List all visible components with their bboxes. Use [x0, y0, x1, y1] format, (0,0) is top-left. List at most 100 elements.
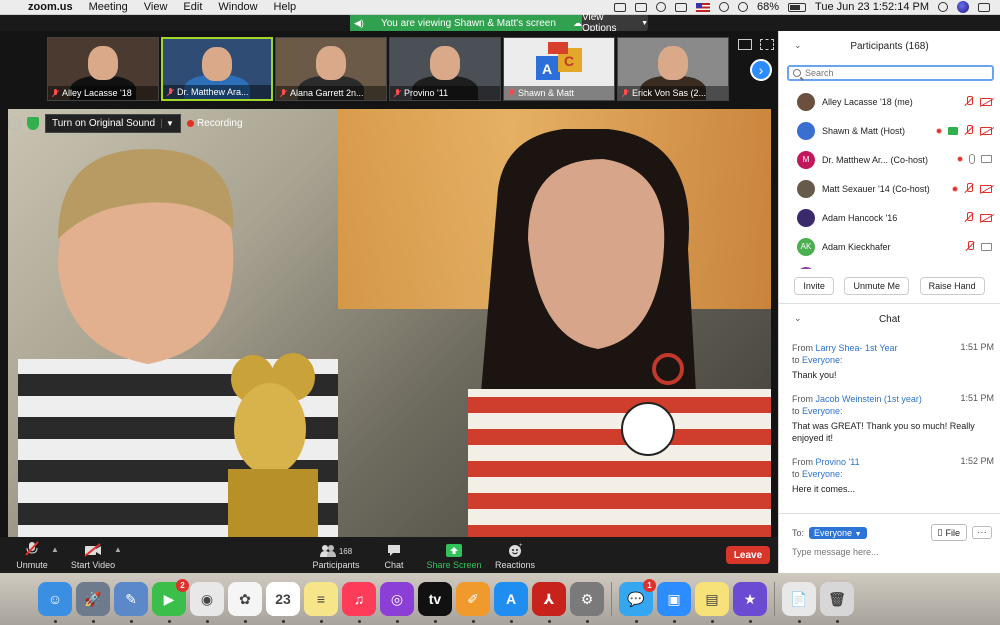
gallery-tile[interactable]: Provino '11	[389, 37, 501, 101]
more-options-button[interactable]: ···	[972, 526, 992, 539]
avatar	[797, 179, 815, 198]
screen-icon[interactable]	[635, 2, 648, 12]
menu-edit[interactable]: Edit	[175, 1, 210, 13]
girl-figure	[468, 129, 771, 537]
participant-search	[787, 65, 994, 81]
participants-header: ⌄ Participants (168)	[779, 31, 1000, 61]
running-indicator	[634, 620, 638, 623]
music-icon[interactable]: ♫	[342, 582, 376, 623]
participant-row[interactable]: Adam Hancock '16	[779, 203, 1000, 232]
participant-row[interactable]: AGAlana Garrett 2nd Year	[779, 261, 1000, 269]
chat-compose: To: Everyone ▼ ▯ File ···	[779, 513, 1000, 573]
running-indicator	[672, 620, 676, 623]
gallery-tile[interactable]: A C Shawn & Matt	[503, 37, 615, 101]
chat-sender[interactable]: Provino '11	[816, 457, 860, 467]
raise-hand-button[interactable]: Raise Hand	[919, 277, 985, 295]
system-preferences-icon[interactable]: ⚙	[570, 582, 604, 623]
chrome-icon[interactable]: ◉	[190, 582, 224, 623]
original-sound-button[interactable]: Turn on Original Sound ▼	[45, 114, 181, 133]
bluetooth-icon[interactable]	[719, 2, 730, 12]
info-icon[interactable]: i	[8, 117, 21, 130]
menu-help[interactable]: Help	[266, 1, 305, 13]
launchpad-icon[interactable]: 🚀	[76, 582, 110, 623]
share-screen-button[interactable]: Share Screen	[426, 537, 482, 573]
mic-off-icon	[167, 87, 174, 97]
calendar-icon[interactable]: 23	[266, 582, 300, 623]
security-shield-icon[interactable]	[27, 117, 39, 130]
gallery-tile[interactable]: Alley Lacasse '18	[47, 37, 159, 101]
recipient-select[interactable]: Everyone ▼	[809, 526, 867, 539]
battery-icon[interactable]	[788, 2, 807, 12]
chat-button[interactable]: Chat	[380, 537, 408, 573]
chevron-down-icon[interactable]: ▼	[161, 119, 174, 128]
menu-window[interactable]: Window	[210, 1, 265, 13]
running-indicator	[319, 620, 323, 623]
zoom-status-icon[interactable]	[614, 2, 627, 12]
spotlight-search-icon[interactable]	[938, 2, 948, 12]
gallery-tile[interactable]: Erick Von Sas (2...	[617, 37, 729, 101]
photos-icon[interactable]: ✿	[228, 582, 262, 623]
participant-row[interactable]: AK Adam Kieckhafer	[779, 232, 1000, 261]
document-icon[interactable]: 📄	[782, 582, 816, 623]
participant-row[interactable]: Matt Sexauer '14 (Co-host)	[779, 174, 1000, 203]
imovie-icon[interactable]: ★	[733, 582, 767, 623]
dropbox-icon[interactable]	[675, 2, 688, 12]
unmute-me-button[interactable]: Unmute Me	[844, 277, 909, 295]
notes-icon[interactable]: ≡	[304, 582, 338, 623]
participant-search-input[interactable]	[805, 68, 975, 78]
clock[interactable]: Tue Jun 23 1:52:14 PM	[815, 1, 929, 13]
mic-off-icon	[965, 241, 975, 252]
collapse-chevron-icon[interactable]: ⌄	[794, 40, 802, 51]
finder-icon[interactable]: ☺	[38, 582, 72, 623]
fullscreen-icon[interactable]	[760, 39, 774, 50]
stickies-icon[interactable]: ▤	[695, 582, 729, 623]
participants-button[interactable]: 168 Participants	[312, 537, 360, 573]
chat-message-input[interactable]	[792, 547, 982, 557]
app-store-icon[interactable]: A	[494, 582, 528, 623]
messages-icon[interactable]: 💬 1	[619, 579, 656, 623]
recording-indicator: Recording	[186, 118, 243, 129]
participant-row[interactable]: Alley Lacasse '18 (me)	[779, 87, 1000, 116]
podcasts-icon[interactable]: ◎	[380, 582, 414, 623]
leave-button[interactable]: Leave	[726, 546, 770, 564]
chat-sender[interactable]: Jacob Weinstein (1st year)	[816, 394, 922, 404]
invite-button[interactable]: Invite	[794, 277, 834, 295]
siri-icon[interactable]	[957, 1, 969, 13]
file-button[interactable]: ▯ File	[930, 524, 967, 541]
view-layout-icon[interactable]	[738, 39, 752, 50]
gallery-tile[interactable]: Alana Garrett 2n...	[275, 37, 387, 101]
chat-sender[interactable]: Larry Shea- 1st Year	[816, 343, 898, 353]
audio-options-caret-icon[interactable]: ▲	[51, 545, 59, 554]
pages-icon[interactable]: ✐	[456, 582, 490, 623]
wifi-icon[interactable]	[738, 2, 749, 12]
trash-icon[interactable]: 🗑	[820, 582, 854, 623]
avatar	[797, 92, 815, 111]
facetime-icon[interactable]: ▶ 2	[152, 579, 189, 623]
svg-text:A: A	[542, 61, 552, 77]
menu-app[interactable]: zoom.us	[26, 1, 81, 13]
reactions-smiley-icon: +	[508, 543, 523, 557]
unmute-button[interactable]: Unmute	[14, 537, 50, 573]
next-page-button[interactable]: ›	[750, 59, 772, 81]
mic-off-icon	[280, 88, 287, 98]
preview-icon[interactable]: ✎	[114, 582, 148, 623]
apple-tv-icon[interactable]: tv	[418, 582, 452, 623]
notification-center-icon[interactable]	[978, 2, 990, 12]
input-source-flag-icon[interactable]	[696, 2, 711, 12]
sync-icon[interactable]	[656, 2, 667, 12]
acrobat-icon[interactable]: ⅄	[532, 582, 566, 623]
view-options-button[interactable]: View Options ▼	[582, 12, 648, 34]
video-options-caret-icon[interactable]: ▲	[114, 545, 122, 554]
participants-title: Participants (168)	[850, 40, 929, 52]
gallery-tile[interactable]: Dr. Matthew Ara...	[161, 37, 273, 101]
gallery-tile-name: Alana Garrett 2n...	[276, 86, 386, 100]
menu-view[interactable]: View	[136, 1, 176, 13]
collapse-chevron-icon[interactable]: ⌄	[794, 313, 802, 324]
participant-row[interactable]: Shawn & Matt (Host)	[779, 116, 1000, 145]
menu-meeting[interactable]: Meeting	[81, 1, 136, 13]
chat-recipient: Everyone:	[802, 355, 843, 365]
reactions-button[interactable]: + Reactions	[494, 537, 536, 573]
participant-row[interactable]: M Dr. Matthew Ar... (Co-host)	[779, 145, 1000, 174]
start-video-button[interactable]: Start Video	[70, 537, 116, 573]
zoom-icon[interactable]: ▣	[657, 582, 691, 623]
